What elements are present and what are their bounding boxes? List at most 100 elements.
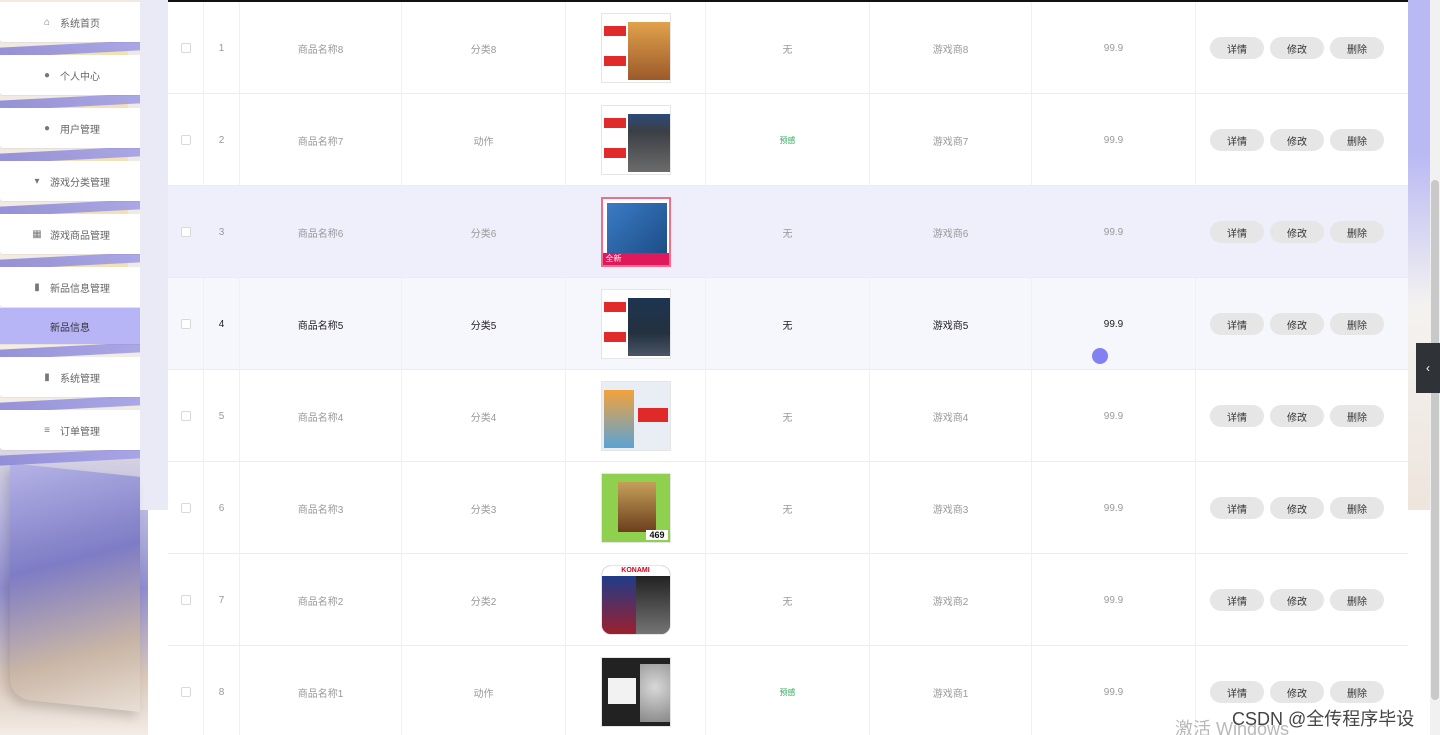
product-image[interactable] [600,13,671,83]
edit-button[interactable]: 修改 [1270,37,1324,59]
chart-icon: ▮ [34,281,40,293]
index-cell: 3 [204,186,240,278]
product-image[interactable] [600,105,671,175]
actions-cell: 详情 修改 删除 [1196,278,1408,370]
index-cell: 8 [204,646,240,735]
actions-cell: 详情 修改 删除 [1196,94,1408,186]
price-sticker: 469 [646,530,668,540]
edit-button[interactable]: 修改 [1270,405,1324,427]
vendor-cell: 游戏商7 [870,94,1032,186]
row-checkbox[interactable] [180,503,191,513]
sidebar-item-label: 个人中心 [60,71,100,83]
row-checkbox[interactable] [180,595,191,605]
sidebar-item-label: 游戏分类管理 [50,177,110,189]
presale-tag: 预感 [779,687,796,697]
row-checkbox[interactable] [180,227,191,237]
sidebar-subitem-new-info[interactable]: 新品信息 [0,308,140,344]
detail-button[interactable]: 详情 [1210,221,1264,243]
delete-button[interactable]: 删除 [1330,589,1384,611]
price-cell: 99.9 [1032,186,1196,278]
tag-cell: 无 [706,370,870,462]
checkbox-cell [168,186,204,278]
product-image[interactable]: KONAMI [600,565,671,635]
mouse-cursor-indicator [1092,348,1108,364]
checkbox-cell [168,2,204,94]
detail-button[interactable]: 详情 [1210,589,1264,611]
sidebar-item-orders[interactable]: ≡ 订单管理 [0,410,140,450]
name-cell: 商品名称5 [240,278,402,370]
delete-button[interactable]: 删除 [1330,405,1384,427]
name-cell: 商品名称2 [240,554,402,646]
sidebar-item-new-info-manage[interactable]: ▮ 新品信息管理 [0,267,140,307]
edit-button[interactable]: 修改 [1270,313,1324,335]
delete-button[interactable]: 删除 [1330,313,1384,335]
collapse-toggle-button[interactable]: ‹ [1416,343,1440,393]
row-checkbox[interactable] [180,319,191,329]
product-image[interactable] [600,289,671,359]
image-cell: 469 [566,462,706,554]
sidebar-item-system[interactable]: ▮ 系统管理 [0,357,140,397]
product-image[interactable] [600,657,671,727]
checkbox-cell [168,94,204,186]
detail-button[interactable]: 详情 [1210,681,1264,703]
game-cover [635,576,670,634]
user-icon: ● [43,122,51,134]
scrollbar-thumb[interactable] [1431,180,1439,700]
vendor-cell: 游戏商6 [870,186,1032,278]
decor-ribbon [0,448,140,466]
detail-button[interactable]: 详情 [1210,497,1264,519]
sidebar-item-game-products[interactable]: ▦ 游戏商品管理 [0,214,140,254]
row-checkbox[interactable] [180,43,191,53]
delete-button[interactable]: 删除 [1330,37,1384,59]
edit-button[interactable]: 修改 [1270,497,1324,519]
product-image[interactable]: 全新 [600,197,671,267]
category-cell: 分类8 [402,2,566,94]
edit-button[interactable]: 修改 [1270,681,1324,703]
sidebar-item-profile[interactable]: ● 个人中心 [0,55,140,95]
edit-button[interactable]: 修改 [1270,221,1324,243]
thumb-banner [603,56,626,66]
edit-button[interactable]: 修改 [1270,129,1324,151]
product-image[interactable] [600,381,671,451]
tag-cell: 无 [706,2,870,94]
game-cover [627,298,670,356]
delete-button[interactable]: 删除 [1330,129,1384,151]
chevron-left-icon: ‹ [1426,361,1430,375]
delete-button[interactable]: 删除 [1330,681,1384,703]
product-image[interactable]: 469 [600,473,671,543]
row-checkbox[interactable] [180,411,191,421]
checkbox-cell [168,646,204,735]
price-cell: 99.9 [1032,94,1196,186]
tag-cell: 预感 [706,94,870,186]
detail-button[interactable]: 详情 [1210,129,1264,151]
brand-label: KONAMI [601,566,670,576]
sidebar-item-users[interactable]: ● 用户管理 [0,108,140,148]
sidebar-item-game-category[interactable]: ▾ 游戏分类管理 [0,161,140,201]
tag-cell: 预感 [706,646,870,735]
edit-button[interactable]: 修改 [1270,589,1324,611]
vendor-cell: 游戏商4 [870,370,1032,462]
detail-button[interactable]: 详情 [1210,313,1264,335]
price-cell: 99.9 [1032,2,1196,94]
sidebar-item-label: 新品信息管理 [50,283,110,295]
category-cell: 动作 [402,646,566,735]
image-cell [566,370,706,462]
row-checkbox[interactable] [180,687,191,697]
thumb-side [601,290,628,358]
game-cover [617,482,656,532]
delete-button[interactable]: 删除 [1330,221,1384,243]
product-table: 1 商品名称8 分类8 无 游戏商8 99.9 详情 修改 删除 2 商品名称7… [168,0,1408,735]
index-cell: 4 [204,278,240,370]
delete-button[interactable]: 删除 [1330,497,1384,519]
detail-button[interactable]: 详情 [1210,37,1264,59]
name-cell: 商品名称3 [240,462,402,554]
detail-button[interactable]: 详情 [1210,405,1264,427]
bar-chart-icon: ▮ [44,371,50,383]
sidebar-item-home[interactable]: ⌂ 系统首页 [0,2,140,42]
thumb-banner [637,408,668,422]
row-checkbox[interactable] [180,135,191,145]
index-cell: 1 [204,2,240,94]
sidebar-item-label: 系统首页 [60,18,100,30]
category-cell: 动作 [402,94,566,186]
category-cell: 分类6 [402,186,566,278]
